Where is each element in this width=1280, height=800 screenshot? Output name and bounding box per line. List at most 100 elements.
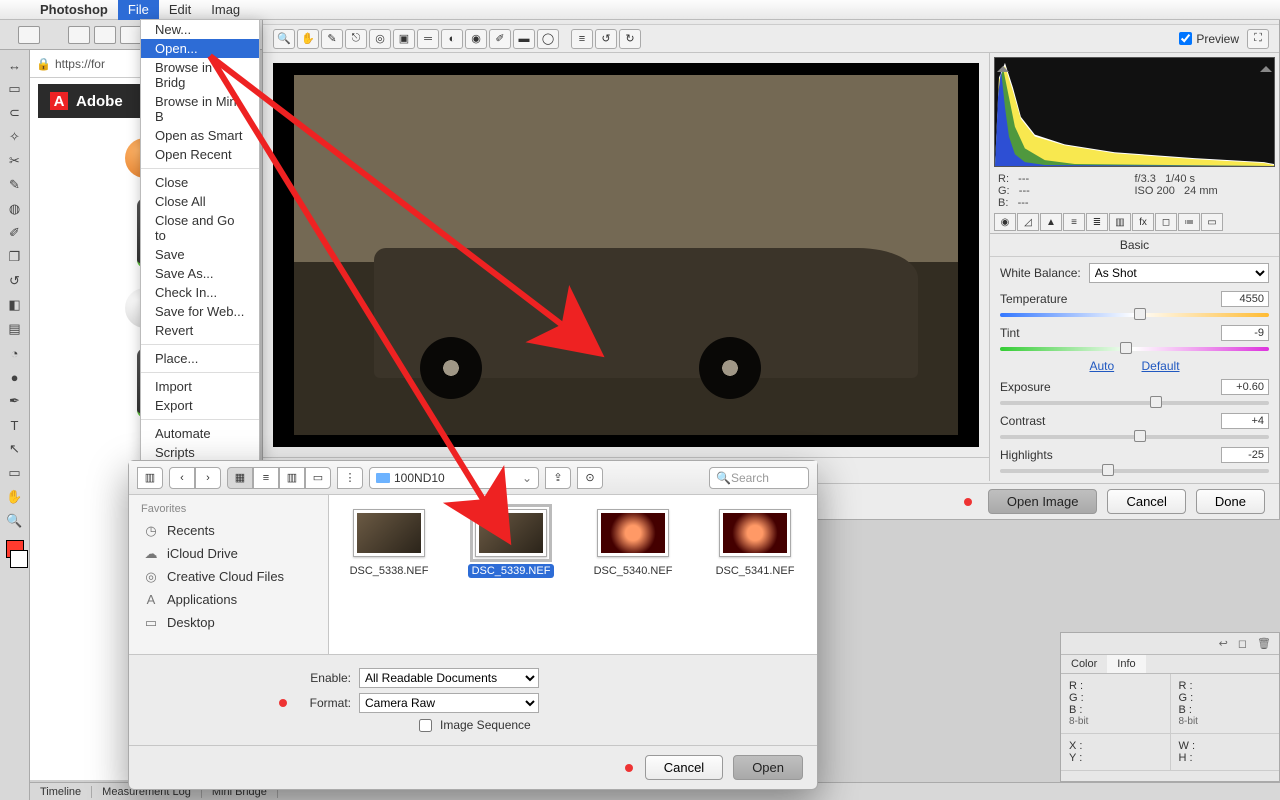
radial-icon[interactable]: ◯ bbox=[537, 29, 559, 49]
menu-place[interactable]: Place... bbox=[141, 349, 259, 368]
done-button[interactable]: Done bbox=[1196, 489, 1265, 514]
menu-export[interactable]: Export bbox=[141, 396, 259, 415]
target-icon[interactable]: ◎ bbox=[369, 29, 391, 49]
file-thumb[interactable]: DSC_5338.NEF bbox=[339, 509, 439, 577]
eyedrop-tool-icon[interactable]: ✎ bbox=[4, 174, 26, 196]
slider-knob[interactable] bbox=[1120, 342, 1132, 354]
menu-check-in[interactable]: Check In... bbox=[141, 283, 259, 302]
tab-color[interactable]: Color bbox=[1061, 655, 1107, 673]
slider-track[interactable] bbox=[1000, 347, 1269, 351]
tab-timeline[interactable]: Timeline bbox=[30, 786, 92, 798]
spot-icon[interactable]: ◐ bbox=[441, 29, 463, 49]
folder-popup[interactable]: 100ND10 ⌄ bbox=[369, 467, 539, 489]
sidebar-item[interactable]: ◷Recents bbox=[129, 519, 328, 542]
blur-tool-icon[interactable]: ◔ bbox=[4, 342, 26, 364]
auto-link[interactable]: Auto bbox=[1089, 359, 1114, 373]
eraser-tool-icon[interactable]: ◧ bbox=[4, 294, 26, 316]
open-image-button[interactable]: Open Image bbox=[988, 489, 1098, 514]
menu-revert[interactable]: Revert bbox=[141, 321, 259, 340]
straighten-icon[interactable]: ═ bbox=[417, 29, 439, 49]
tab-preset-icon[interactable]: ≔ bbox=[1178, 213, 1200, 231]
marquee-tool-icon[interactable]: ▭ bbox=[4, 78, 26, 100]
image-sequence-checkbox[interactable] bbox=[419, 719, 432, 732]
file-thumb[interactable]: DSC_5340.NEF bbox=[583, 509, 683, 577]
brush-tool-icon[interactable]: ✐ bbox=[4, 222, 26, 244]
tab-camera-icon[interactable]: ◻ bbox=[1155, 213, 1177, 231]
adjust-brush-icon[interactable]: ✐ bbox=[489, 29, 511, 49]
crop-icon[interactable]: ▣ bbox=[393, 29, 415, 49]
menu-new[interactable]: New... bbox=[141, 20, 259, 39]
slider-value[interactable]: -9 bbox=[1221, 325, 1269, 341]
tab-basic-icon[interactable]: ◉ bbox=[994, 213, 1016, 231]
group-icon[interactable]: ⋮ bbox=[337, 467, 363, 489]
histogram[interactable] bbox=[994, 57, 1275, 167]
tab-detail-icon[interactable]: ▲ bbox=[1040, 213, 1062, 231]
preview-image[interactable] bbox=[273, 63, 979, 447]
grad-icon[interactable]: ▬ bbox=[513, 29, 535, 49]
wb-select[interactable]: As Shot bbox=[1089, 263, 1269, 283]
gradient-tool-icon[interactable]: ▤ bbox=[4, 318, 26, 340]
prefs-icon[interactable]: ≡ bbox=[571, 29, 593, 49]
opt-icon[interactable] bbox=[120, 26, 142, 44]
sidebar-item[interactable]: ☁iCloud Drive bbox=[129, 542, 328, 565]
tab-info[interactable]: Info bbox=[1107, 655, 1145, 673]
slider-knob[interactable] bbox=[1134, 430, 1146, 442]
slider-knob[interactable] bbox=[1102, 464, 1114, 476]
tags-icon[interactable]: ⊙ bbox=[577, 467, 603, 489]
hand-icon[interactable]: ✋ bbox=[297, 29, 319, 49]
tab-lens-icon[interactable]: ▥ bbox=[1109, 213, 1131, 231]
menu-close[interactable]: Close bbox=[141, 173, 259, 192]
wb-icon[interactable]: ✎ bbox=[321, 29, 343, 49]
sampler-icon[interactable]: ⎋ bbox=[345, 29, 367, 49]
dialog-open-button[interactable]: Open bbox=[733, 755, 803, 780]
opt-icon[interactable] bbox=[68, 26, 90, 44]
dodge-tool-icon[interactable]: ● bbox=[4, 366, 26, 388]
sidebar-item[interactable]: ▭Desktop bbox=[129, 611, 328, 634]
wand-tool-icon[interactable]: ✧ bbox=[4, 126, 26, 148]
view-columns[interactable]: ▥ bbox=[279, 467, 305, 489]
app-menu[interactable]: Photoshop bbox=[30, 0, 118, 20]
type-tool-icon[interactable]: T bbox=[4, 414, 26, 436]
opt-icon[interactable] bbox=[18, 26, 40, 44]
shadow-clip-icon[interactable] bbox=[997, 60, 1009, 72]
slider-value[interactable]: +4 bbox=[1221, 413, 1269, 429]
preview-checkbox[interactable]: Preview bbox=[1179, 32, 1239, 46]
menu-open-smart[interactable]: Open as Smart bbox=[141, 126, 259, 145]
view-gallery[interactable]: ▭ bbox=[305, 467, 331, 489]
file-thumb[interactable]: DSC_5341.NEF bbox=[705, 509, 805, 577]
path-tool-icon[interactable]: ↖ bbox=[4, 438, 26, 460]
history-tool-icon[interactable]: ↺ bbox=[4, 270, 26, 292]
tab-hsl-icon[interactable]: ≡ bbox=[1063, 213, 1085, 231]
lasso-tool-icon[interactable]: ⊂ bbox=[4, 102, 26, 124]
redeye-icon[interactable]: ◉ bbox=[465, 29, 487, 49]
zoom-icon[interactable]: 🔍 bbox=[273, 29, 295, 49]
slider-track[interactable] bbox=[1000, 401, 1269, 405]
menu-file[interactable]: File bbox=[118, 0, 159, 20]
view-icons[interactable]: ▦ bbox=[227, 467, 253, 489]
rotate-l-icon[interactable]: ↺ bbox=[595, 29, 617, 49]
sidebar-item[interactable]: ◎Creative Cloud Files bbox=[129, 565, 328, 588]
fwd-button[interactable]: › bbox=[195, 467, 221, 489]
background-swatch[interactable] bbox=[10, 550, 28, 568]
menu-save[interactable]: Save bbox=[141, 245, 259, 264]
crop-tool-icon[interactable]: ✂ bbox=[4, 150, 26, 172]
menu-edit[interactable]: Edit bbox=[159, 0, 201, 20]
move-tool-icon[interactable]: ↔ bbox=[4, 54, 26, 76]
menu-save-as[interactable]: Save As... bbox=[141, 264, 259, 283]
shape-tool-icon[interactable]: ▭ bbox=[4, 462, 26, 484]
highlight-clip-icon[interactable] bbox=[1260, 60, 1272, 72]
sidebar-toggle-icon[interactable]: ▥ bbox=[137, 467, 163, 489]
file-browser[interactable]: DSC_5338.NEF DSC_5339.NEF DSC_5340.NEF D… bbox=[329, 495, 817, 654]
tab-curve-icon[interactable]: ◿ bbox=[1017, 213, 1039, 231]
hand-tool-icon[interactable]: ✋ bbox=[4, 486, 26, 508]
tab-snap-icon[interactable]: ▭ bbox=[1201, 213, 1223, 231]
menu-save-web[interactable]: Save for Web... bbox=[141, 302, 259, 321]
trash-icon[interactable]: 🗑 bbox=[1257, 637, 1271, 650]
fullscreen-icon[interactable]: ⛶ bbox=[1247, 29, 1269, 49]
pen-tool-icon[interactable]: ✒ bbox=[4, 390, 26, 412]
menu-open[interactable]: Open... bbox=[141, 39, 259, 58]
zoom-tool-icon[interactable]: 🔍 bbox=[4, 510, 26, 532]
camera-icon[interactable]: ◻ bbox=[1238, 637, 1247, 650]
history-icon[interactable]: ↩ bbox=[1219, 637, 1228, 650]
slider-track[interactable] bbox=[1000, 313, 1269, 317]
